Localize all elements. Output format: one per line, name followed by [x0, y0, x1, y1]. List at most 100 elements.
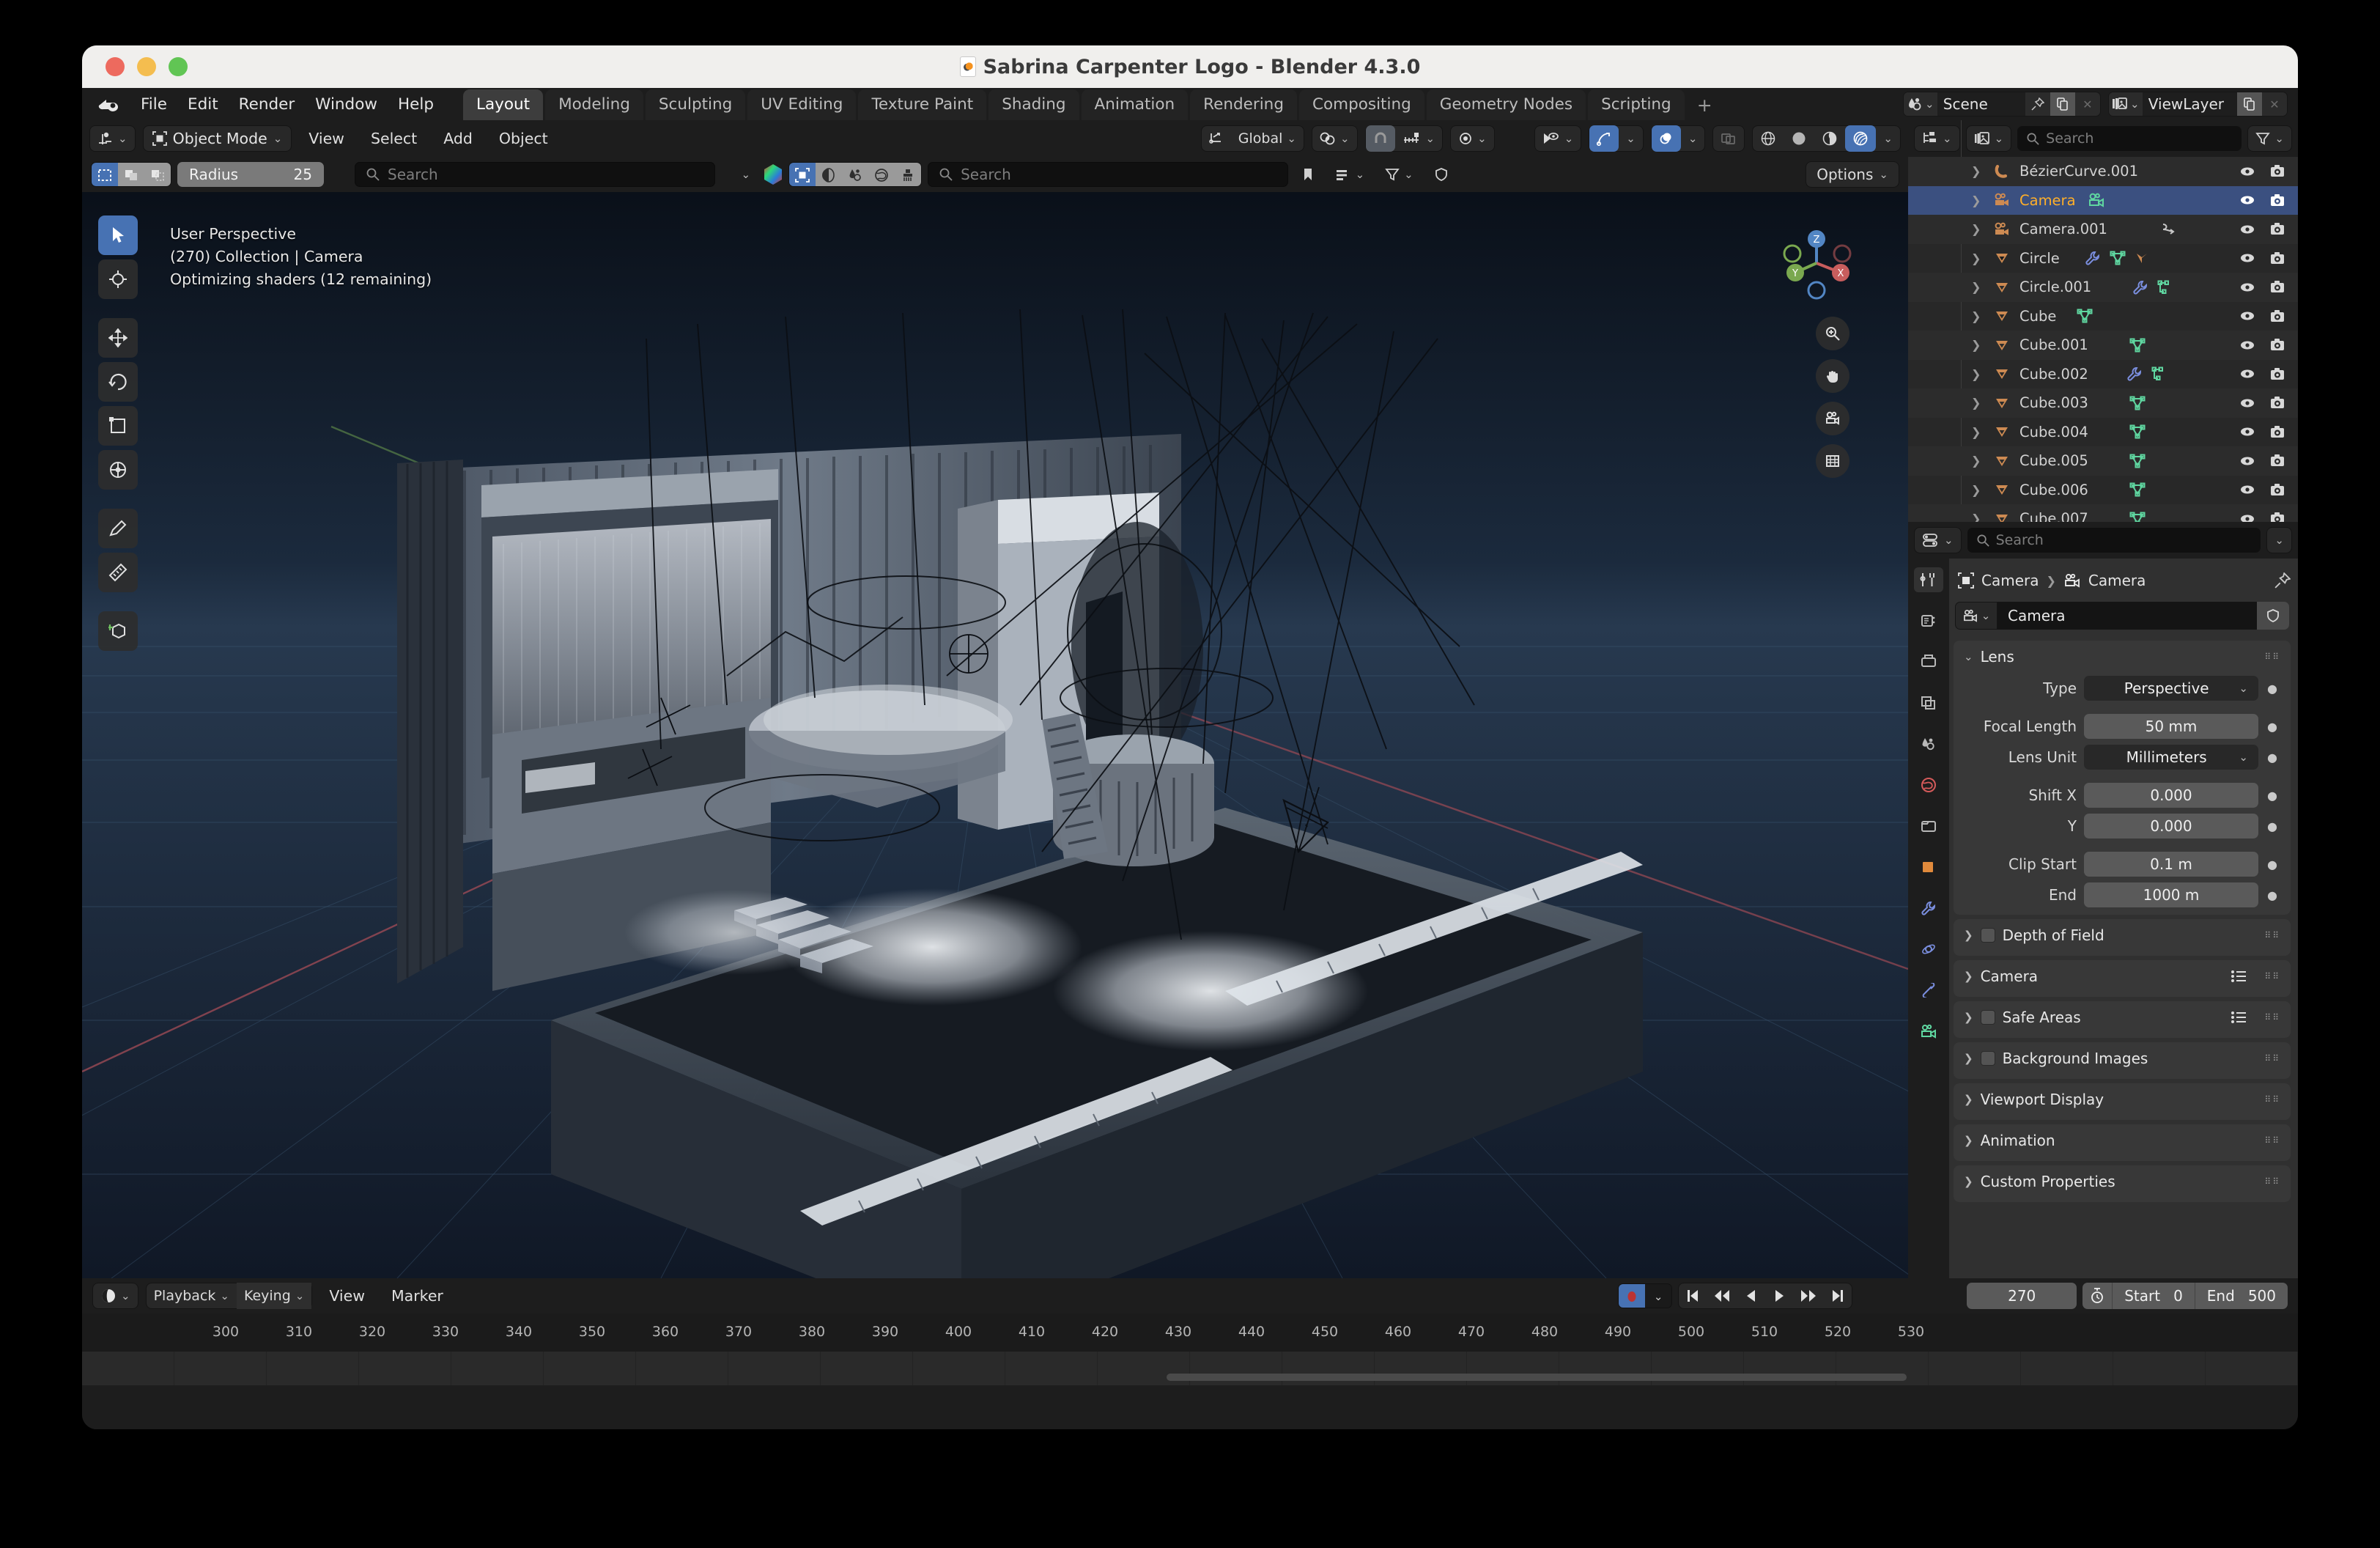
- drag-grip-icon[interactable]: ⠿⠿: [2264, 1054, 2280, 1063]
- chevron-right-icon[interactable]: ❯: [1964, 1134, 1973, 1147]
- 3d-viewport[interactable]: User Perspective (270) Collection | Came…: [82, 192, 1908, 1278]
- properties-editor-type[interactable]: ⌄: [1914, 527, 1962, 553]
- menu-keying[interactable]: Keying ⌄: [236, 1283, 312, 1309]
- funnel-icon[interactable]: ⌄: [2248, 125, 2291, 152]
- eye-icon[interactable]: [2239, 397, 2255, 409]
- pivot-point-icon[interactable]: ⌄: [1312, 125, 1357, 152]
- chevron-right-icon[interactable]: ❯: [1964, 929, 1973, 942]
- outliner-row-cube006[interactable]: ❯ Cube.006: [1908, 476, 2298, 505]
- bookmark-icon[interactable]: [1294, 161, 1322, 188]
- eye-icon[interactable]: [2239, 426, 2255, 438]
- show-gizmo-icon[interactable]: [1589, 125, 1619, 152]
- panel-viewport-display[interactable]: ❯ Viewport Display ⠿⠿: [1954, 1083, 2291, 1120]
- jump-to-end-icon[interactable]: [1824, 1283, 1852, 1309]
- tab-compositing[interactable]: Compositing: [1298, 89, 1424, 120]
- row-visibility-group[interactable]: [2239, 397, 2285, 409]
- transform-orientation-selector[interactable]: Global ⌄: [1200, 125, 1304, 152]
- object-mode-selector[interactable]: Object Mode ⌄: [142, 125, 292, 152]
- tab-geometry-nodes[interactable]: Geometry Nodes: [1426, 89, 1586, 120]
- timeline-scrollbar-track[interactable]: [82, 1374, 2298, 1381]
- pivot-selector[interactable]: ⌄: [1311, 125, 1358, 152]
- snap-settings-icon[interactable]: ⌄: [1395, 125, 1443, 152]
- hand-icon[interactable]: [1816, 359, 1849, 393]
- camera-render-icon[interactable]: [2270, 397, 2285, 409]
- protect-shield-icon[interactable]: [1427, 161, 1456, 188]
- jump-prev-keyframe-icon[interactable]: [1707, 1283, 1737, 1309]
- eye-icon[interactable]: [2239, 252, 2255, 264]
- overlay-settings-chevron-icon[interactable]: ⌄: [1681, 125, 1705, 152]
- disclosure-icon[interactable]: ❯: [1971, 512, 1990, 522]
- row-visibility-group[interactable]: [2239, 512, 2285, 522]
- tab-texture-paint[interactable]: Texture Paint: [858, 89, 987, 120]
- mesh-data-icon[interactable]: [2157, 280, 2170, 295]
- xray-icon[interactable]: [1713, 125, 1744, 152]
- drag-grip-icon[interactable]: ⠿⠿: [2264, 652, 2280, 661]
- object-visibility-icon[interactable]: ⌄: [1535, 125, 1581, 152]
- camera-render-icon[interactable]: [2270, 512, 2285, 522]
- disclosure-icon[interactable]: ❯: [1971, 338, 1990, 352]
- tab-sculpting[interactable]: Sculpting: [645, 89, 746, 120]
- editor-type-selector[interactable]: ⌄: [89, 125, 136, 152]
- properties-editor-icon[interactable]: ⌄: [1915, 527, 1961, 553]
- camera-render-icon[interactable]: [2270, 165, 2285, 177]
- shading-rendered-icon[interactable]: [1845, 125, 1877, 152]
- row-visibility-group[interactable]: [2239, 339, 2285, 351]
- funnel-filter-icon[interactable]: ⌄: [1378, 161, 1421, 188]
- animate-dot-icon[interactable]: ●: [2266, 720, 2279, 734]
- viewport-menu-object[interactable]: Object: [489, 130, 558, 147]
- snapping-group[interactable]: ⌄: [1364, 125, 1444, 152]
- playback-transport[interactable]: [1678, 1283, 1853, 1309]
- menu-help[interactable]: Help: [388, 94, 444, 115]
- disclosure-icon[interactable]: ❯: [1971, 483, 1990, 497]
- blender-logo-icon[interactable]: [95, 94, 120, 114]
- disclosure-icon[interactable]: ❯: [1971, 396, 1990, 410]
- outliner-filter-id[interactable]: ⌄: [1965, 125, 2012, 152]
- mesh-data-icon[interactable]: [2129, 338, 2146, 353]
- outliner-row-camera[interactable]: ❯ Camera: [1908, 185, 2298, 215]
- ortho-toggle-icon[interactable]: [1816, 444, 1849, 478]
- menu-render[interactable]: Render: [229, 94, 306, 115]
- viewport-menu-add[interactable]: Add: [434, 130, 482, 147]
- eye-icon[interactable]: [2239, 368, 2255, 380]
- tool-annotate[interactable]: [98, 509, 138, 548]
- outliner-editor-type[interactable]: ⌄: [1914, 125, 1960, 152]
- tab-constraints[interactable]: [1914, 978, 1943, 1003]
- row-visibility-group[interactable]: [2239, 309, 2285, 322]
- shading-material-preview-icon[interactable]: [1814, 125, 1845, 152]
- delete-viewlayer-icon[interactable]: ✕: [2262, 92, 2287, 116]
- menu-file[interactable]: File: [130, 94, 177, 115]
- snap-brush-icon[interactable]: [895, 163, 922, 186]
- mesh-data-icon[interactable]: [2151, 366, 2165, 381]
- auto-keying-settings-icon[interactable]: ⌄: [1645, 1284, 1672, 1308]
- background-images-checkbox[interactable]: [1980, 1051, 1995, 1066]
- eye-icon[interactable]: [2239, 224, 2255, 235]
- disclosure-icon[interactable]: ❯: [1971, 164, 1990, 178]
- tab-view-layer[interactable]: [1914, 690, 1943, 715]
- tab-modifier[interactable]: [1914, 896, 1943, 921]
- eye-icon[interactable]: [2239, 194, 2255, 206]
- tool-tweak[interactable]: [98, 215, 138, 255]
- timeline-track-area[interactable]: [82, 1352, 2298, 1385]
- browse-camera-data-icon[interactable]: ⌄: [1955, 602, 1998, 630]
- outliner-row-circle001[interactable]: ❯ Circle.001: [1908, 273, 2298, 302]
- camera-render-icon[interactable]: [2270, 367, 2285, 380]
- animate-dot-icon[interactable]: ●: [2266, 858, 2279, 871]
- viewport-menu-select[interactable]: Select: [361, 130, 426, 147]
- fake-user-shield-icon[interactable]: [2257, 602, 2289, 630]
- viewlayer-icon[interactable]: ⌄: [2108, 92, 2143, 116]
- eye-icon[interactable]: [2239, 339, 2255, 351]
- tool-rotate[interactable]: [98, 362, 138, 402]
- disclosure-icon[interactable]: ❯: [1971, 222, 1990, 236]
- tab-world[interactable]: [1914, 773, 1943, 797]
- breadcrumb-object-name[interactable]: Camera: [1981, 572, 2039, 589]
- outliner-row-beziercurve001[interactable]: ❯ BézierCurve.001: [1908, 157, 2298, 186]
- mesh-data-icon[interactable]: [2129, 512, 2146, 522]
- pin-id-icon[interactable]: [2274, 572, 2291, 589]
- dropdown-lens-type[interactable]: Perspective ⌄: [2084, 676, 2258, 701]
- outliner-row-cube001[interactable]: ❯ Cube.001: [1908, 331, 2298, 360]
- preset-list-icon[interactable]: [2231, 1011, 2247, 1024]
- camera-data-icon[interactable]: [2088, 193, 2105, 207]
- orientation-label-group[interactable]: Global ⌄: [1231, 125, 1304, 152]
- tab-shading[interactable]: Shading: [988, 89, 1079, 120]
- chevron-down-icon[interactable]: ⌄: [1964, 650, 1973, 663]
